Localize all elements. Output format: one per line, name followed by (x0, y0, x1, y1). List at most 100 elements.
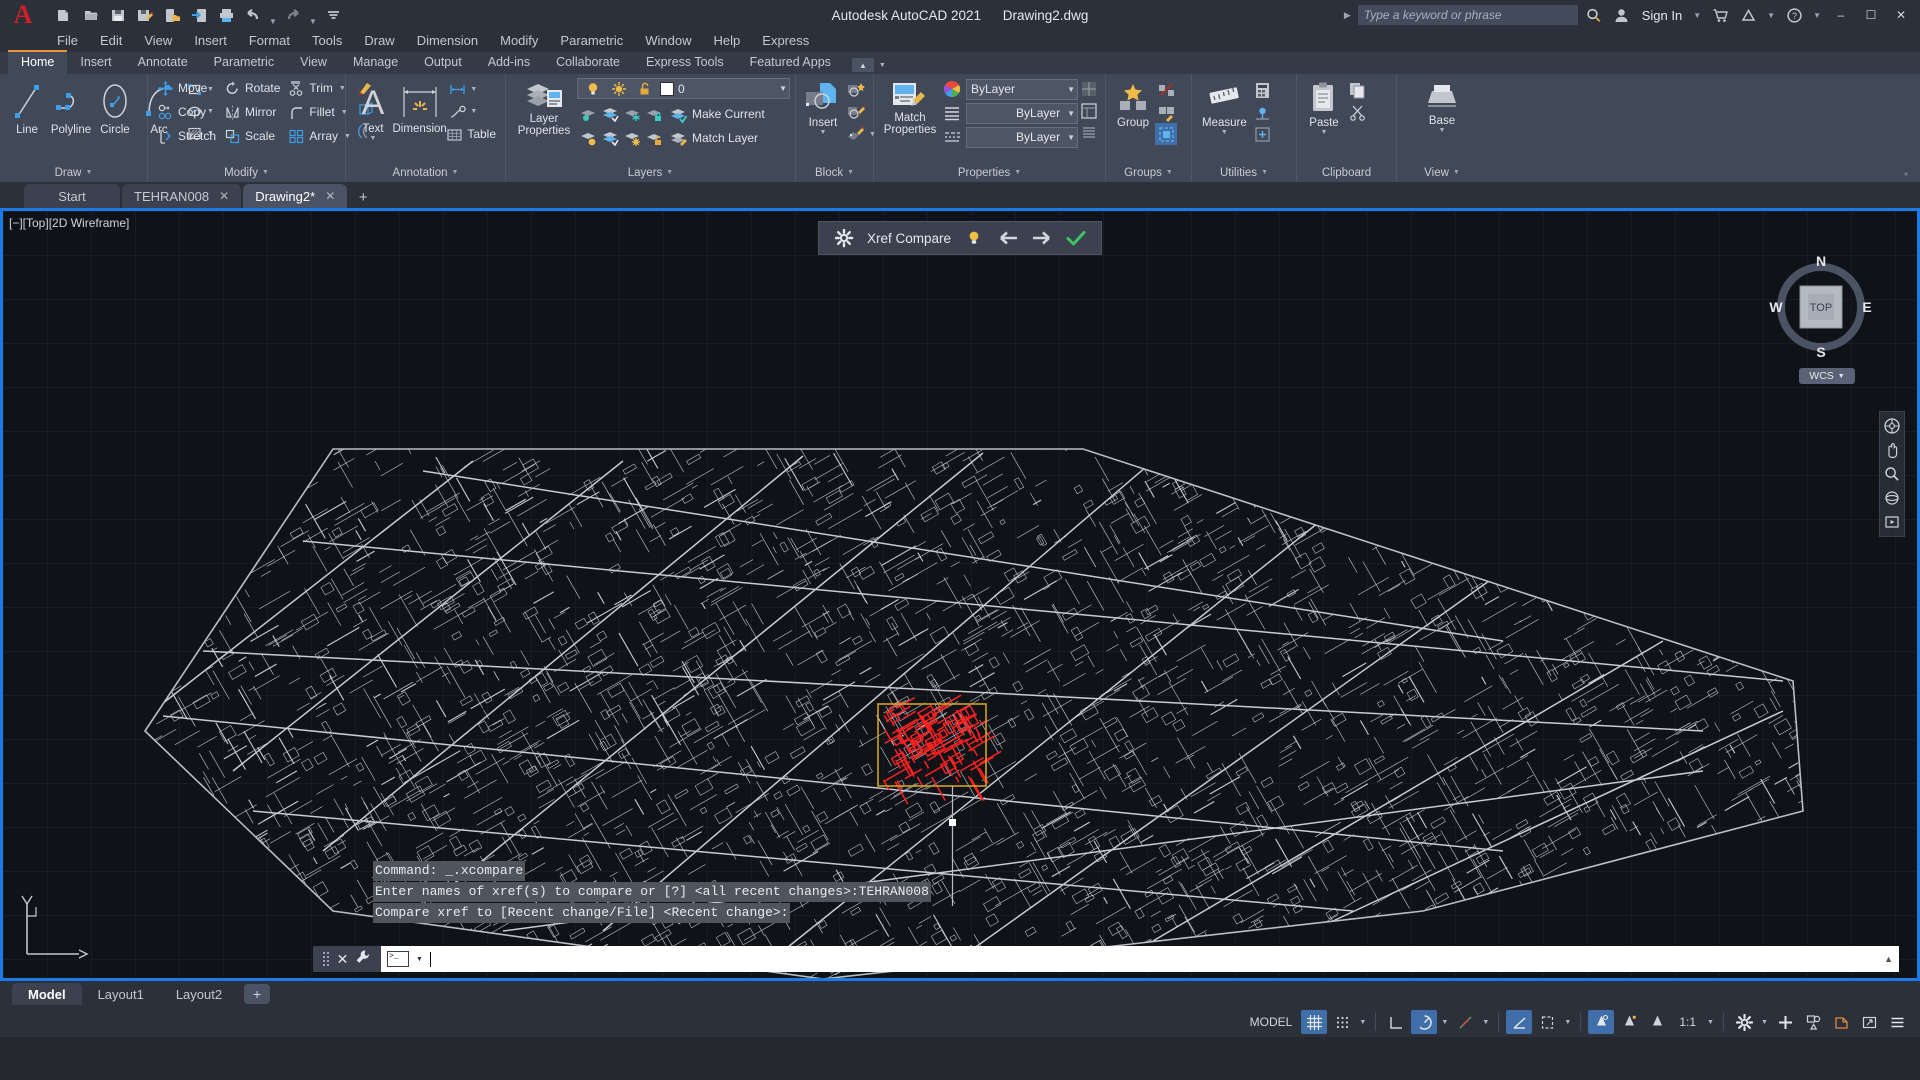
sign-in-dropdown-icon[interactable]: ▼ (1690, 11, 1704, 20)
chevron-up-icon[interactable]: ▲ (1884, 954, 1893, 964)
menu-window[interactable]: Window (634, 30, 702, 52)
polar-dropdown-icon[interactable]: ▼ (1439, 1019, 1450, 1026)
scale-tool[interactable]: Scale (220, 124, 284, 148)
lineweight-dropdown-icon[interactable]: ▼ (1064, 109, 1075, 118)
file-tab-tehran008[interactable]: TEHRAN008 ✕ (122, 184, 242, 208)
sign-in-button[interactable]: Sign In (1638, 8, 1686, 23)
trim-tool[interactable]: Trim (284, 76, 337, 100)
linear-dimension-dropdown-icon[interactable]: ▼ (468, 86, 479, 93)
lightbulb-icon[interactable] (963, 227, 985, 249)
tab-manage[interactable]: Manage (340, 52, 411, 74)
base-view-tool[interactable]: Base ▼ (1419, 79, 1465, 136)
transparency-toggle[interactable] (1588, 1010, 1615, 1034)
close-button[interactable]: ✕ (1888, 2, 1914, 28)
current-layer-dropdown-icon[interactable]: ▼ (776, 84, 787, 93)
layer-freeze-icon[interactable] (608, 78, 630, 100)
match-properties-tool[interactable]: Match Properties (879, 78, 941, 138)
autocad-logo-icon[interactable]: A (0, 0, 46, 30)
stretch-tool[interactable]: Stretch (153, 124, 220, 148)
panel-groups-expand-icon[interactable]: ▼ (1166, 169, 1173, 176)
accept-checkmark-icon[interactable] (1065, 227, 1087, 249)
linetype-icon[interactable] (941, 126, 963, 148)
copy-tool[interactable]: Copy (153, 100, 220, 124)
help-icon[interactable]: ? (1782, 3, 1806, 27)
layer-off-icon[interactable] (577, 127, 599, 149)
menu-edit[interactable]: Edit (89, 30, 133, 52)
wcs-dropdown[interactable]: WCS ▼ (1799, 368, 1855, 384)
next-change-icon[interactable] (1031, 227, 1053, 249)
minimize-ribbon-button[interactable]: ▲ (851, 58, 874, 72)
edit-block-icon[interactable] (845, 101, 867, 123)
panel-properties-expand-icon[interactable]: ▼ (1014, 169, 1021, 176)
cart-icon[interactable] (1708, 3, 1732, 27)
layer-lock-icon[interactable] (634, 78, 656, 100)
menu-draw[interactable]: Draw (353, 30, 405, 52)
measure-tool[interactable]: Measure ▼ (1197, 79, 1252, 138)
rotate-tool[interactable]: Rotate (220, 76, 284, 100)
polyline-tool[interactable]: Polyline (49, 78, 93, 138)
paste-tool[interactable]: Paste ▼ (1302, 79, 1346, 138)
user-icon[interactable] (1610, 3, 1634, 27)
panel-draw-expand-icon[interactable]: ▼ (85, 169, 92, 176)
panel-modify-expand-icon[interactable]: ▼ (262, 169, 269, 176)
layer-color-swatch[interactable] (660, 81, 674, 96)
base-view-dropdown-icon[interactable]: ▼ (1437, 127, 1448, 134)
redo-dropdown-icon[interactable]: ▼ (308, 4, 318, 26)
file-tab-drawing2[interactable]: Drawing2* ✕ (243, 184, 348, 208)
table-tool[interactable]: Table (446, 122, 500, 146)
hardware-acceleration[interactable] (1772, 1010, 1798, 1034)
lineweight-icon[interactable] (941, 102, 963, 124)
menu-help[interactable]: Help (703, 30, 752, 52)
paste-dropdown-icon[interactable]: ▼ (1319, 129, 1330, 136)
orbit-icon[interactable] (1881, 487, 1903, 509)
search-expand-icon[interactable]: ▶ (1344, 10, 1351, 21)
annotation-scale-button[interactable]: 1:1 (1672, 1015, 1703, 1029)
tab-view[interactable]: View (287, 52, 340, 74)
selection-cycling-toggle[interactable] (1616, 1010, 1642, 1034)
copy-clip-icon[interactable] (1346, 79, 1368, 101)
workspace-switching[interactable] (1731, 1010, 1757, 1034)
mirror-tool[interactable]: Mirror (220, 100, 284, 124)
text-dropdown-icon[interactable]: ▼ (368, 135, 379, 142)
layer-isolate-icon[interactable] (577, 103, 599, 125)
previous-change-icon[interactable] (997, 227, 1019, 249)
line-tool[interactable]: Line (5, 78, 49, 138)
undo-icon[interactable] (241, 3, 265, 27)
linetype-combo[interactable]: ByLayer ▼ (966, 126, 1078, 148)
drawing-canvas[interactable]: [−][Top][2D Wireframe] Xref Compare TOP … (0, 208, 1920, 981)
save-icon[interactable] (106, 3, 130, 27)
layer-thaw-all-icon[interactable] (621, 127, 643, 149)
workspace-dropdown-icon[interactable]: ▼ (1759, 1019, 1770, 1026)
ungroup-icon[interactable] (1155, 79, 1177, 101)
panel-utilities-expand-icon[interactable]: ▼ (1261, 169, 1268, 176)
restore-button[interactable]: ☐ (1858, 2, 1884, 28)
panel-layers-expand-icon[interactable]: ▼ (666, 169, 673, 176)
close-icon[interactable]: ✕ (337, 951, 349, 968)
model-space-button[interactable]: MODEL (1243, 1015, 1300, 1029)
dimension-tool[interactable]: Dimension (393, 78, 447, 137)
panel-block-expand-icon[interactable]: ▼ (847, 169, 854, 176)
pan-icon[interactable] (1881, 439, 1903, 461)
insert-block-tool[interactable]: Insert ▼ (801, 79, 845, 138)
fullscreen-toggle[interactable] (1856, 1010, 1882, 1034)
group-tool[interactable]: Group (1111, 79, 1155, 131)
color-wheel-icon[interactable] (941, 78, 963, 100)
panel-view-expand-icon[interactable]: ▼ (1453, 169, 1460, 176)
customize-qat-icon[interactable] (321, 3, 345, 27)
panel-annotation-expand-icon[interactable]: ▼ (452, 169, 459, 176)
array-tool[interactable]: Array (284, 124, 342, 148)
point-style-icon[interactable] (1252, 123, 1274, 145)
undo-dropdown-icon[interactable]: ▼ (268, 4, 278, 26)
zoom-extents-icon[interactable] (1881, 463, 1903, 485)
layout-tab-model[interactable]: Model (12, 983, 82, 1005)
new-icon[interactable] (52, 3, 76, 27)
object-snap-tracking-toggle[interactable] (1452, 1010, 1478, 1034)
layout-tab-layout2[interactable]: Layout2 (160, 983, 238, 1005)
group-edit-icon[interactable] (1155, 101, 1177, 123)
tab-featured-apps[interactable]: Featured Apps (737, 52, 844, 74)
annotation-scale-dropdown-icon[interactable]: ▼ (1705, 1019, 1716, 1026)
menu-dimension[interactable]: Dimension (406, 30, 489, 52)
circle-tool[interactable]: Circle (93, 78, 137, 138)
steering-wheel-icon[interactable] (1881, 415, 1903, 437)
text-tool[interactable]: A Text ▼ (351, 78, 395, 144)
